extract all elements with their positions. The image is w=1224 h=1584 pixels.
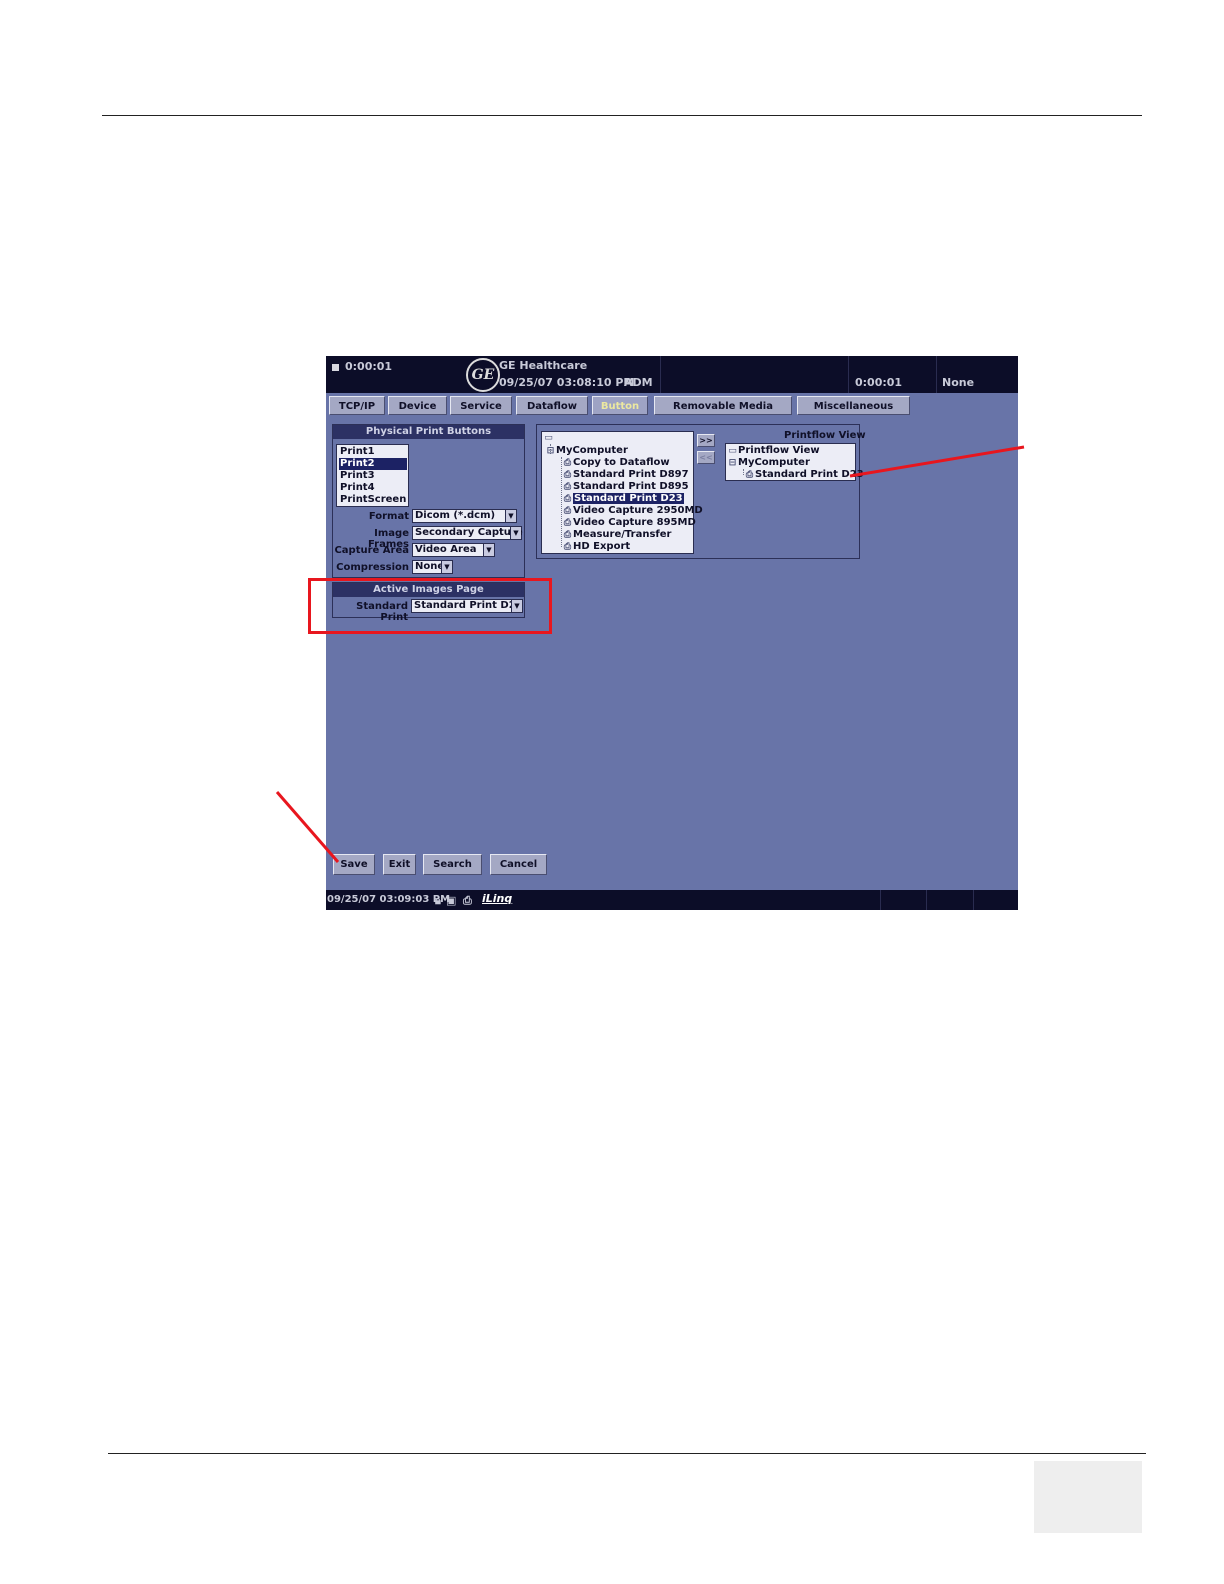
annotation-arrows (275, 445, 1025, 863)
page-footer-rule (108, 1453, 1146, 1454)
page-number-box (1034, 1461, 1142, 1533)
arrow-to-save-button (275, 791, 340, 863)
arrow-to-printflow-leaf (849, 445, 1025, 478)
